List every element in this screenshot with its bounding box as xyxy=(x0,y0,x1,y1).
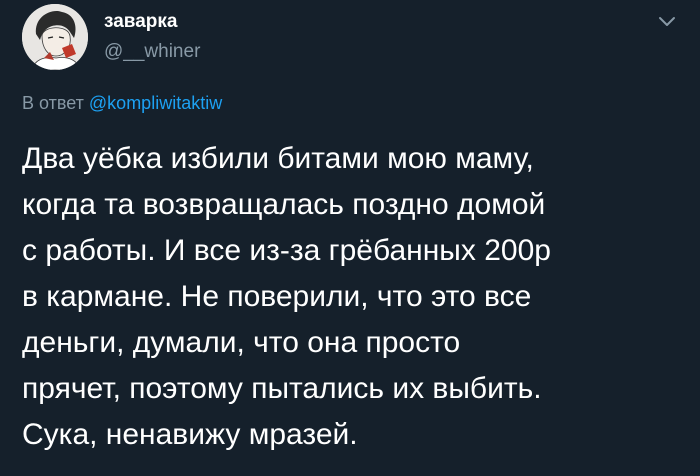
tweet-text-line: прячет, поэтому пытались их выбить. xyxy=(22,372,542,405)
display-name[interactable]: заварка xyxy=(104,10,200,34)
reply-context: В ответ @kompliwitaktiw xyxy=(22,91,222,115)
chevron-down-icon[interactable] xyxy=(654,8,680,34)
user-names: заварка @__whiner xyxy=(104,10,200,64)
avatar[interactable] xyxy=(22,4,88,70)
tweet-text-line: когда та возвращалась поздно домой xyxy=(22,188,546,221)
tweet-text-line: деньги, думали, что она просто xyxy=(22,326,461,359)
tweet-text-line: в кармане. Не поверили, что это все xyxy=(22,280,532,313)
tweet-text-line: Сука, ненавижу мразей. xyxy=(22,418,358,451)
tweet-text: Два уёбка избили битами мою маму, когда … xyxy=(22,136,692,458)
tweet-header: заварка @__whiner xyxy=(22,4,682,74)
tweet-text-line: Два уёбка избили битами мою маму, xyxy=(22,142,534,175)
reply-mention-link[interactable]: @kompliwitaktiw xyxy=(89,93,222,113)
reply-prefix: В ответ xyxy=(22,93,84,113)
user-handle[interactable]: @__whiner xyxy=(104,40,200,64)
tweet-card: заварка @__whiner В ответ @kompliwitakti… xyxy=(0,0,700,476)
avatar-illustration xyxy=(22,4,88,70)
tweet-text-line: с работы. И все из-за грёбанных 200р xyxy=(22,234,551,267)
